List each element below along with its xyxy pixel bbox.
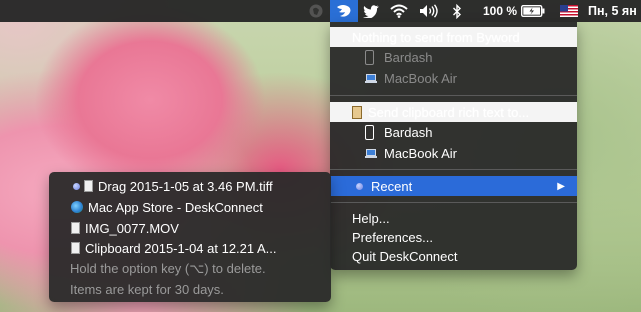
quit-menu-item[interactable]: Quit DeskConnect: [330, 246, 577, 266]
menu-separator: [330, 95, 577, 96]
menubar-clock[interactable]: Пн, 5 ян: [588, 0, 641, 22]
section1-device-bardash: Bardash: [330, 47, 577, 67]
delete-hint: Hold the option key (⌥) to delete.: [70, 261, 266, 276]
iphone-icon: [365, 49, 374, 65]
recent-item-label: IMG_0077.MOV: [85, 220, 179, 236]
battery-percent: 100 %: [482, 4, 518, 18]
help-menu-item[interactable]: Help...: [330, 208, 577, 228]
unread-dot-icon: [73, 182, 80, 190]
recent-dot-icon: [356, 182, 363, 190]
recent-item[interactable]: IMG_0077.MOV: [49, 218, 331, 238]
recent-item[interactable]: Drag 2015-1-05 at 3.46 PM.tiff: [49, 176, 331, 196]
send-to-bardash[interactable]: Bardash: [330, 122, 577, 142]
menu-bar: 100 % Пн, 5 ян: [0, 0, 641, 22]
device-label: MacBook Air: [384, 145, 457, 161]
battery-status[interactable]: 100 %: [478, 0, 550, 22]
globe-icon: [71, 201, 83, 213]
file-icon: [84, 180, 93, 192]
recent-submenu: Drag 2015-1-05 at 3.46 PM.tiff Mac App S…: [49, 172, 331, 302]
menu-separator: [330, 202, 577, 203]
recent-menu-item[interactable]: Recent ▶: [330, 176, 577, 196]
preferences-label: Preferences...: [352, 229, 433, 245]
quit-label: Quit DeskConnect: [352, 248, 458, 264]
bluetooth-icon[interactable]: [448, 0, 466, 22]
section2-title: Send clipboard rich text to...: [368, 104, 530, 120]
section1-device-macbook: MacBook Air: [330, 68, 577, 88]
flag-icon[interactable]: [556, 0, 582, 22]
submenu-arrow-icon: ▶: [557, 180, 565, 192]
device-label: MacBook Air: [384, 70, 457, 86]
recent-item-label: Mac App Store - DeskConnect: [88, 199, 263, 215]
recent-item[interactable]: Mac App Store - DeskConnect: [49, 197, 331, 217]
macbook-icon: [365, 73, 377, 83]
deskconnect-menu: Nothing to send from Byword Bardash MacB…: [330, 22, 577, 270]
recent-item[interactable]: Clipboard 2015-1-04 at 12.21 A...: [49, 238, 331, 258]
device-label: Bardash: [384, 49, 433, 65]
recent-label: Recent: [371, 178, 413, 194]
preferences-menu-item[interactable]: Preferences...: [330, 227, 577, 247]
recent-item-label: Drag 2015-1-05 at 3.46 PM.tiff: [98, 178, 273, 194]
retention-hint: Items are kept for 30 days.: [70, 281, 224, 297]
volume-icon[interactable]: [416, 0, 442, 22]
wifi-icon[interactable]: [386, 0, 412, 22]
section1-title: Nothing to send from Byword: [352, 29, 520, 45]
battery-icon: [521, 5, 545, 17]
send-to-macbook[interactable]: MacBook Air: [330, 143, 577, 163]
clipboard-icon: [352, 105, 362, 119]
file-icon: [71, 242, 80, 254]
deskconnect-icon[interactable]: [330, 0, 358, 22]
section2-header: Send clipboard rich text to...: [330, 102, 577, 122]
evernote-icon[interactable]: [304, 0, 328, 22]
section1-header: Nothing to send from Byword: [330, 27, 577, 47]
twitter-icon[interactable]: [360, 0, 382, 22]
device-label: Bardash: [384, 124, 433, 140]
macbook-icon: [365, 148, 377, 158]
menu-separator: [330, 169, 577, 170]
iphone-icon: [365, 124, 374, 140]
recent-item-label: Clipboard 2015-1-04 at 12.21 A...: [85, 240, 277, 256]
help-label: Help...: [352, 210, 390, 226]
file-icon: [71, 222, 80, 234]
